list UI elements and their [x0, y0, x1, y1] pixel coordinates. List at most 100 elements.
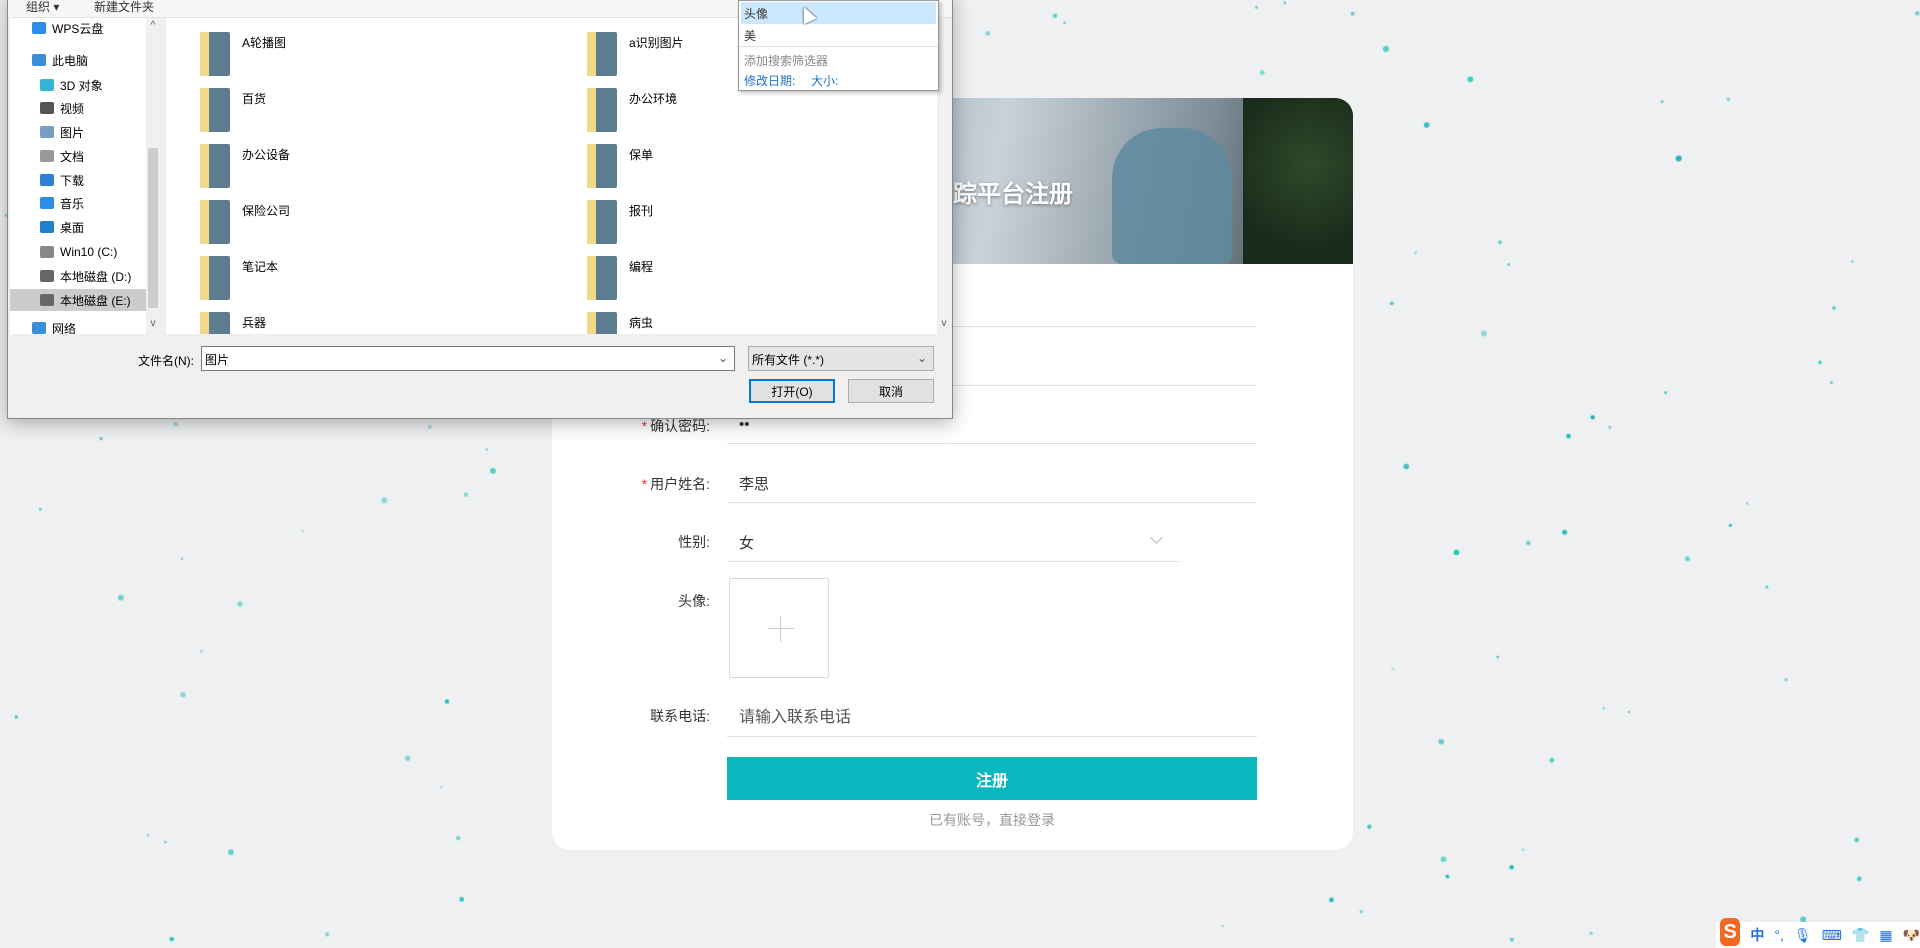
folder-icon — [587, 32, 617, 76]
plus-icon-vertical — [780, 616, 781, 642]
folder-item[interactable]: 办公设备 — [200, 144, 290, 188]
gender-value: 女 — [739, 535, 755, 552]
folder-icon — [200, 312, 230, 334]
phone-input[interactable]: 请输入联系电话 — [739, 703, 851, 727]
username-input[interactable]: 李思 — [739, 473, 769, 494]
avatar-upload[interactable] — [729, 578, 829, 678]
folder-icon — [587, 200, 617, 244]
sidebar-item-label: 网络 — [52, 321, 77, 335]
folder-item[interactable]: 报刊 — [587, 200, 653, 244]
open-button[interactable]: 打开(O) — [749, 379, 835, 403]
avatar-label: 头像: — [678, 593, 710, 609]
folder-item[interactable]: 保险公司 — [200, 200, 290, 244]
folder-icon — [200, 200, 230, 244]
sidebar-item-label: 3D 对象 — [60, 78, 103, 93]
organize-button[interactable]: 组织 ▾ — [26, 0, 59, 15]
ime-mode-toggle[interactable]: 中 — [1750, 925, 1764, 945]
sidebar-item[interactable]: 3D 对象 — [10, 74, 148, 96]
filter-date-link[interactable]: 修改日期: — [744, 72, 795, 89]
sidebar-item-label: WPS云盘 — [52, 21, 104, 36]
keyboard-icon[interactable]: ⌨ — [1822, 927, 1842, 944]
sidebar-item[interactable]: 本地磁盘 (E:) — [10, 289, 150, 311]
scroll-down-icon[interactable]: v — [146, 318, 160, 329]
desktop-icon — [40, 221, 54, 233]
sidebar-item[interactable]: 网络 — [10, 317, 148, 334]
folder-icon — [200, 88, 230, 132]
gender-select[interactable]: 女 — [739, 532, 1169, 558]
film-icon — [40, 102, 54, 114]
folder-item[interactable]: 笔记本 — [200, 256, 278, 300]
drive-icon — [40, 294, 54, 306]
skin-icon[interactable]: 👕 — [1852, 927, 1869, 944]
mascot-icon[interactable]: 🐶 — [1903, 927, 1920, 944]
sidebar-item-label: 视频 — [60, 101, 85, 116]
field-underline — [727, 443, 1257, 444]
sidebar-item[interactable]: 文档 — [10, 145, 148, 167]
folder-item[interactable]: 办公环境 — [587, 88, 677, 132]
folder-item[interactable]: 百货 — [200, 88, 266, 132]
sidebar-item[interactable]: 下载 — [10, 169, 148, 191]
filetype-select[interactable]: 所有文件 (*.*) ⌄ — [748, 346, 934, 371]
username-label: * 用户姓名: — [641, 476, 710, 492]
folder-icon — [587, 144, 617, 188]
scroll-down-icon[interactable]: v — [937, 318, 951, 329]
scroll-up-icon[interactable]: ^ — [146, 20, 160, 31]
sidebar-item-label: 本地磁盘 (E:) — [60, 293, 131, 308]
chevron-down-icon[interactable]: ⌄ — [718, 351, 728, 365]
folder-item[interactable]: 编程 — [587, 256, 653, 300]
sidebar-item[interactable]: WPS云盘 — [10, 18, 148, 39]
page-title: 踪平台注册 — [953, 181, 1073, 208]
add-search-filter-label: 添加搜索筛选器 — [744, 54, 829, 68]
music-icon — [40, 197, 54, 209]
suggestion-item[interactable]: 头像 — [744, 5, 768, 22]
login-link[interactable]: 已有账号，直接登录 — [727, 810, 1257, 830]
register-button[interactable]: 注册 — [727, 757, 1257, 800]
sogou-logo-icon[interactable]: S — [1720, 918, 1741, 946]
file-list-scrollbar[interactable]: v — [937, 18, 951, 334]
sidebar-scrollbar[interactable]: ^ v — [146, 18, 160, 334]
punctuation-toggle[interactable]: °, — [1774, 927, 1784, 943]
folder-item[interactable]: a识别图片 — [587, 32, 684, 76]
document-icon — [40, 150, 54, 162]
drive-icon — [40, 246, 54, 258]
filename-value: 图片 — [205, 353, 230, 367]
filename-input[interactable]: 图片 ⌄ — [201, 346, 735, 371]
folder-icon — [587, 88, 617, 132]
sidebar-item[interactable]: 音乐 — [10, 192, 148, 214]
folder-icon — [587, 312, 617, 334]
folder-name: 百货 — [242, 92, 267, 106]
folder-name: 编程 — [629, 260, 654, 274]
folder-item[interactable]: A轮播图 — [200, 32, 286, 76]
apps-grid-icon[interactable]: ▦ — [1879, 927, 1892, 944]
phone-label: 联系电话: — [650, 708, 710, 724]
folder-icon — [587, 256, 617, 300]
sidebar-item-label: 图片 — [60, 125, 85, 140]
cancel-button[interactable]: 取消 — [848, 379, 934, 403]
folder-item[interactable]: 保单 — [587, 144, 653, 188]
sidebar-item[interactable]: 桌面 — [10, 216, 148, 238]
field-underline — [727, 502, 1257, 503]
suggestion-item[interactable]: 美 — [744, 27, 756, 44]
dialog-footer: 文件名(N): 图片 ⌄ 所有文件 (*.*) ⌄ 打开(O) 取消 — [8, 334, 952, 420]
sidebar-item-label: 下载 — [60, 173, 85, 188]
folder-item[interactable]: 病虫 — [587, 312, 653, 334]
sidebar-item[interactable]: 视频 — [10, 97, 148, 119]
folder-name: a识别图片 — [629, 36, 684, 50]
plus-icon — [768, 628, 794, 629]
sidebar-item-label: 文档 — [60, 149, 85, 164]
folder-name: 办公环境 — [629, 92, 678, 106]
microphone-icon[interactable]: 🎙 — [1794, 927, 1812, 944]
sidebar-item[interactable]: 图片 — [10, 121, 148, 143]
folder-item[interactable]: 兵器 — [200, 312, 266, 334]
sidebar-item[interactable]: Win10 (C:) — [10, 241, 148, 263]
dental-chair-image — [1112, 128, 1232, 264]
plant-image — [1243, 98, 1353, 264]
sidebar-item[interactable]: 本地磁盘 (D:) — [10, 265, 148, 287]
new-folder-button[interactable]: 新建文件夹 — [94, 0, 154, 15]
sidebar-item[interactable]: 此电脑 — [10, 49, 148, 71]
folder-name: 病虫 — [629, 316, 654, 330]
scrollbar-thumb[interactable] — [148, 148, 158, 308]
filter-size-link[interactable]: 大小: — [811, 72, 838, 89]
drive-icon — [40, 270, 54, 282]
ime-toolbar: S 中 °, 🎙 ⌨ 👕 ▦ 🐶 — [1716, 918, 1920, 948]
